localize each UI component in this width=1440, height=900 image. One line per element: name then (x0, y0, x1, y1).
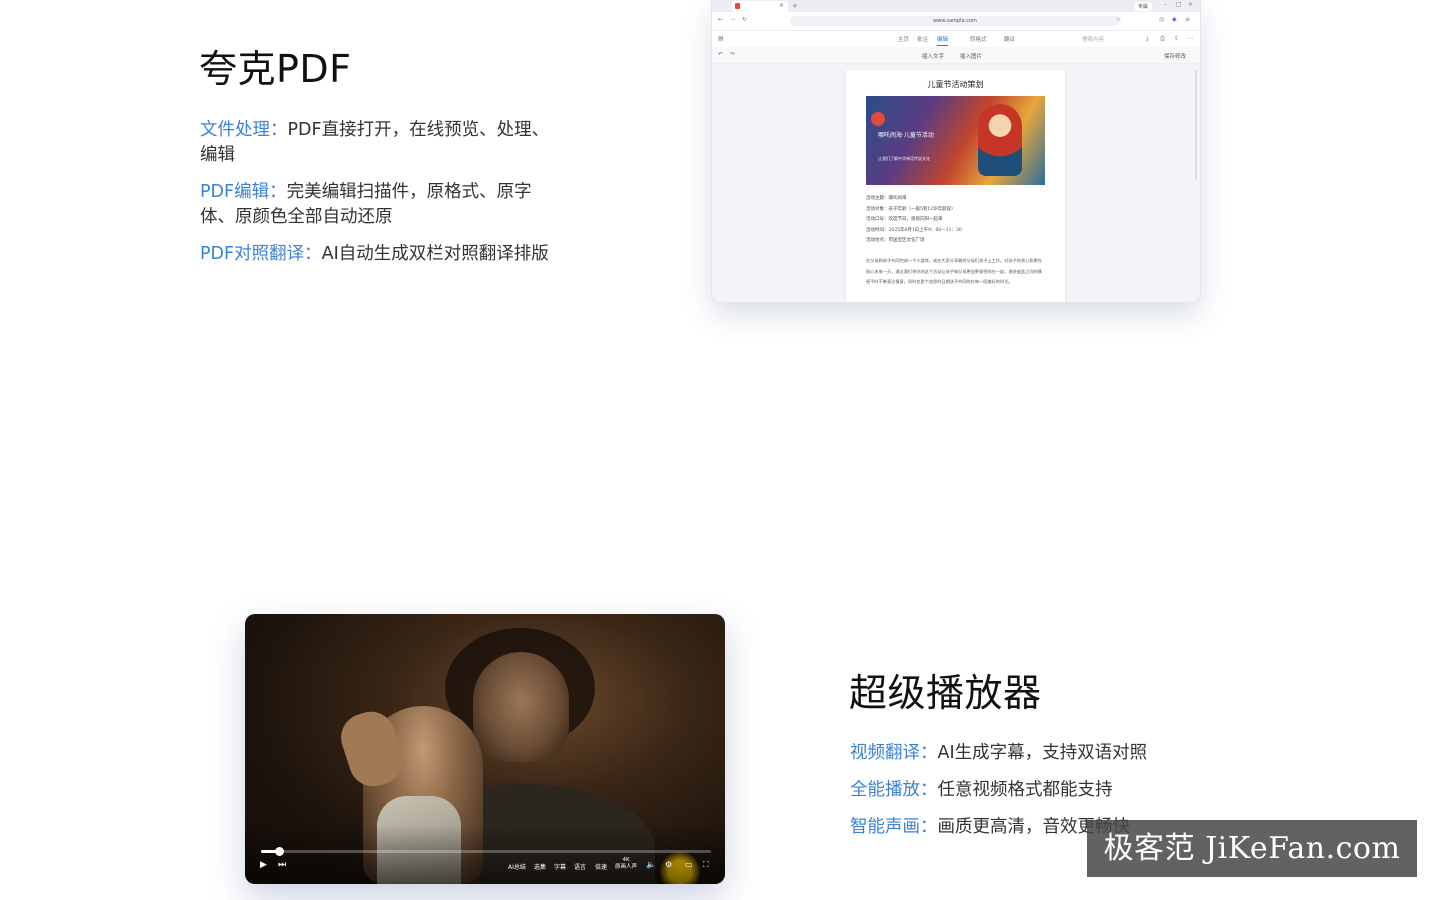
next-icon[interactable]: ⏭ (278, 860, 286, 870)
pdf-browser-screenshot: × + 专属 – □ × ← → ↻ www.sample.com ☆ ◎ ◆ … (711, 0, 1201, 303)
back-icon[interactable]: ← (718, 16, 723, 23)
tab-home[interactable]: 主页 (898, 35, 909, 43)
tab-annotate[interactable]: 批注 (917, 35, 928, 43)
doc-line: 活动对象：孩子年龄（一般5到12岁年龄段） (866, 207, 956, 212)
maximize-icon[interactable]: □ (1176, 1, 1182, 8)
player-feature-2: 全能播放：任意视频格式都能支持 (850, 778, 1230, 803)
forward-icon[interactable]: → (730, 16, 735, 23)
video-player[interactable]: ▶ ⏭ AI总结 选集 字幕 语言 倍速 4K 原画人声 🔈 ⚙ ▭ ⛶ (245, 614, 725, 884)
pdf-feature-3: PDF对照翻译：AI自动生成双栏对照翻译排版 (200, 242, 580, 267)
video-scene (473, 652, 569, 762)
extension-icon[interactable]: ◎ (1159, 16, 1164, 23)
feature-label: 全能播放： (850, 780, 938, 800)
close-icon[interactable]: × (779, 2, 784, 9)
browser-tab[interactable]: × (732, 1, 788, 12)
doc-line: 活动主题：哪吒闹海 (866, 196, 907, 201)
feature-label: 文件处理： (200, 120, 288, 140)
play-icon[interactable]: ▶ (260, 860, 267, 870)
quality-sub: 原画人声 (615, 864, 638, 870)
insert-text-button[interactable]: 插入文字 (922, 52, 944, 60)
pdf-section-title: 夸克PDF (199, 47, 352, 91)
share-icon[interactable]: ⇪ (1174, 35, 1179, 42)
minimize-icon[interactable]: – (1164, 1, 1167, 8)
quality-label: 4K (622, 857, 630, 863)
feature-text: 任意视频格式都能支持 (937, 780, 1113, 800)
pdf-toolbar: ▤ 主页 批注 编辑 转格式 翻译 搜索内容 ⤓ ⎙ ⇪ ⋯ (712, 31, 1200, 47)
tab-translate[interactable]: 翻译 (1004, 35, 1015, 43)
new-tab-icon[interactable]: + (792, 2, 798, 10)
tab-convert[interactable]: 转格式 (970, 35, 987, 43)
redo-icon[interactable]: ↷ (730, 51, 735, 58)
menu-icon[interactable]: ≡ (1185, 16, 1190, 23)
poster-title: 哪吒闹海·儿童节活动 (878, 132, 934, 139)
download-icon[interactable]: ⤓ (1146, 35, 1149, 43)
pdf-icon (735, 3, 740, 9)
episodes-button[interactable]: 选集 (534, 862, 546, 871)
doc-title: 儿童节活动策划 (927, 80, 984, 89)
browser-tab-bar: × + 专属 – □ × (712, 0, 1200, 12)
insert-image-button[interactable]: 插入图片 (960, 52, 982, 60)
volume-icon[interactable]: 🔈 (646, 860, 656, 869)
scrollbar[interactable] (1195, 70, 1197, 180)
feature-text-cont: 编辑 (200, 145, 235, 165)
ai-summary-button[interactable]: AI总结 (508, 862, 526, 871)
feature-label: PDF编辑： (200, 182, 287, 202)
search-input[interactable]: 搜索内容 (1082, 35, 1104, 43)
feature-text-cont: 体、原颜色全部自动还原 (200, 207, 393, 227)
url-input[interactable]: www.sample.com (790, 16, 1120, 26)
edit-sub-toolbar: ↶ ↷ 插入文字 插入图片 保存修改 (712, 47, 1200, 64)
pip-icon[interactable]: ▭ (685, 860, 693, 869)
feature-label: 智能声画： (850, 817, 938, 837)
doc-poster-image: 哪吒闹海·儿童节活动 让我们了解中华神话传说文化 (866, 96, 1045, 185)
speed-button[interactable]: 倍速 (595, 862, 607, 871)
watermark: 极客范 JiKeFan.com (1087, 820, 1417, 877)
feature-text: 完美编辑扫描件，原格式、原字 (286, 182, 532, 202)
doc-line: 活动时间：2025年6月1日上午9：00—11：30 (866, 228, 962, 233)
badge[interactable]: 专属 (1134, 2, 1153, 11)
star-icon[interactable]: ☆ (1116, 16, 1121, 23)
undo-icon[interactable]: ↶ (718, 51, 723, 58)
address-bar: ← → ↻ www.sample.com ☆ ◎ ◆ ≡ (712, 12, 1200, 31)
fullscreen-icon[interactable]: ⛶ (703, 860, 709, 870)
sidebar-toggle-icon[interactable]: ▤ (718, 35, 724, 42)
video-controls-shade (245, 824, 725, 884)
video-progress-bar[interactable] (261, 847, 711, 856)
refresh-icon[interactable]: ↻ (742, 16, 747, 23)
progress-knob[interactable] (275, 847, 284, 856)
print-icon[interactable]: ⎙ (1160, 35, 1165, 43)
ai-icon[interactable]: ◆ (1172, 16, 1177, 23)
language-button[interactable]: 语言 (574, 862, 586, 871)
feature-label: 视频翻译： (850, 743, 938, 763)
pdf-feature-1: 文件处理：PDF直接打开，在线预览、处理、 编辑 (200, 118, 570, 168)
poster-figure (978, 104, 1022, 176)
subtitles-button[interactable]: 字幕 (554, 862, 566, 871)
feature-text: AI自动生成双栏对照翻译排版 (321, 244, 549, 264)
player-feature-1: 视频翻译：AI生成字幕，支持双语对照 (850, 741, 1230, 766)
feature-text: AI生成字幕，支持双语对照 (937, 743, 1148, 763)
doc-line: 活动地点：市国宝区文化广场 (866, 238, 925, 243)
poster-sun (871, 112, 885, 126)
player-section-title: 超级播放器 (849, 671, 1042, 715)
quality-button[interactable]: 4K 原画人声 (615, 857, 637, 871)
feature-label: PDF对照翻译： (200, 244, 322, 264)
doc-paragraph: 在父母和孩子共同完成一个小游戏，或在大家分享最终父母们孩子上工作。对孩子的关心和… (866, 258, 1042, 284)
feature-text: PDF直接打开，在线预览、处理、 (287, 120, 550, 140)
poster-subtitle: 让我们了解中华神话传说文化 (878, 156, 930, 161)
save-changes-button[interactable]: 保存修改 (1164, 52, 1186, 60)
window-close-icon[interactable]: × (1188, 1, 1193, 8)
more-icon[interactable]: ⋯ (1187, 35, 1193, 42)
doc-line: 活动口号：欢度节日，感恩向阳一起来 (866, 217, 943, 222)
tab-edit[interactable]: 编辑 (937, 35, 949, 46)
pdf-feature-2: PDF编辑：完美编辑扫描件，原格式、原字 体、原颜色全部自动还原 (200, 180, 570, 230)
pdf-page: 儿童节活动策划 哪吒闹海·儿童节活动 让我们了解中华神话传说文化 活动主题：哪吒… (846, 70, 1065, 302)
settings-icon[interactable]: ⚙ (665, 860, 672, 869)
